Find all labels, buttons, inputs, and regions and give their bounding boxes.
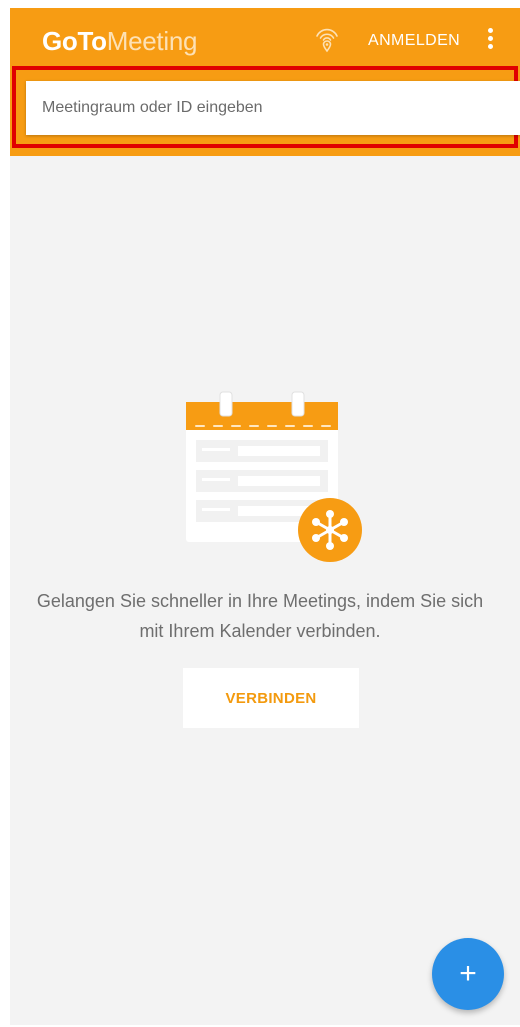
message-line-1: Gelangen Sie schneller in Ihre Meetings,…: [36, 591, 484, 611]
plus-icon: +: [459, 957, 477, 990]
logo-bold-text: GoTo: [42, 26, 107, 56]
search-highlight: [12, 66, 520, 148]
calendar-icon: [186, 391, 362, 562]
wifi-signal-icon[interactable]: [312, 24, 342, 54]
meeting-id-input[interactable]: [26, 81, 520, 135]
signin-button[interactable]: ANMELDEN: [368, 32, 460, 50]
new-meeting-fab[interactable]: +: [432, 938, 504, 1010]
meeting-node-icon: [298, 498, 362, 562]
message-line-2: mit Ihrem Kalender verbinden.: [139, 621, 381, 641]
empty-state-message: Gelangen Sie schneller in Ihre Meetings,…: [10, 586, 520, 646]
app-bar: GoToMeeting ANMELDEN: [10, 8, 520, 156]
logo-light-text: Meeting: [106, 26, 198, 56]
app-screen: GoToMeeting ANMELDEN Meetingraum oder ID…: [10, 8, 520, 1025]
more-vert-icon[interactable]: [484, 28, 496, 54]
gotomeeting-logo: GoToMeeting: [42, 26, 197, 57]
connect-calendar-button[interactable]: VERBINDEN: [183, 668, 359, 728]
